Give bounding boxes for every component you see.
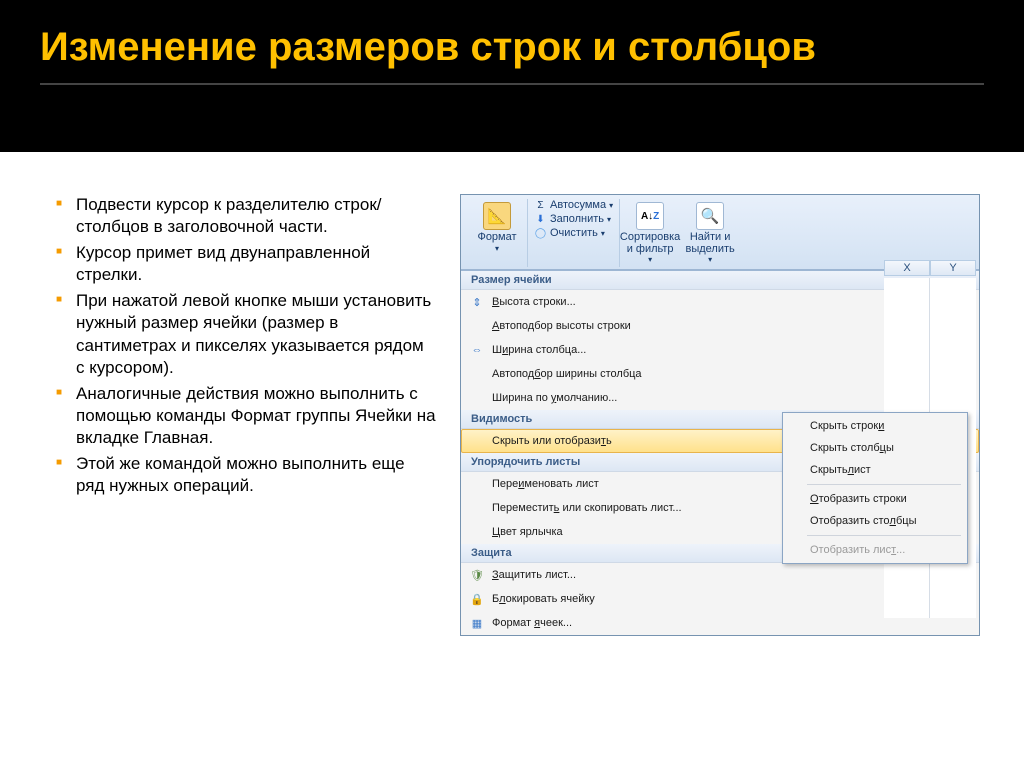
separator	[807, 484, 961, 485]
fill-label: Заполнить	[550, 213, 604, 225]
bullet-item: Этой же командой можно выполнить еще ряд…	[56, 453, 436, 498]
separator	[807, 535, 961, 536]
chevron-down-icon: ▾	[609, 201, 613, 210]
ribbon: 📐 Формат ▾ ΣАвтосумма ▾ ⬇Заполнить ▾ ◯Оч…	[461, 195, 979, 270]
bullet-list-area: Подвести курсор к разделителю строк/стол…	[56, 194, 436, 636]
sort-icon: A↓Z	[636, 202, 664, 230]
chevron-down-icon: ▾	[607, 215, 611, 224]
autosum-button[interactable]: ΣАвтосумма ▾	[534, 199, 613, 211]
format-cells-icon: ▦	[468, 615, 486, 631]
hide-show-submenu: Скрыть строки Скрыть столбцы Скрыть лист…	[782, 412, 968, 564]
chevron-down-icon: ▾	[708, 255, 712, 264]
submenu-hide-cols[interactable]: Скрыть столбцы	[785, 437, 965, 459]
col-header-y[interactable]: Y	[930, 260, 976, 276]
sort-filter-button[interactable]: A↓Z Сортировка и фильтр ▾	[626, 199, 674, 267]
submenu-show-rows[interactable]: Отобразить строки	[785, 488, 965, 510]
submenu-show-cols[interactable]: Отобразить столбцы	[785, 510, 965, 532]
format-icon: 📐	[483, 202, 511, 230]
clear-label: Очистить	[550, 227, 598, 239]
divider	[40, 83, 984, 85]
submenu-show-sheet: Отобразить лист...	[785, 539, 965, 561]
shield-icon: 🛡	[468, 567, 486, 583]
submenu-hide-sheet[interactable]: Скрыть лист	[785, 459, 965, 481]
row-height-icon: ⇕	[468, 294, 486, 310]
find-select-button[interactable]: 🔍 Найти и выделить ▾	[686, 199, 734, 267]
column-headers: X Y	[884, 260, 976, 276]
col-header-x[interactable]: X	[884, 260, 930, 276]
slide-body: Подвести курсор к разделителю строк/стол…	[0, 152, 1024, 768]
slide: Изменение размеров строк и столбцов Подв…	[0, 0, 1024, 768]
sort-label: Сортировка и фильтр	[620, 232, 680, 255]
submenu-hide-rows[interactable]: Скрыть строки	[785, 415, 965, 437]
bullet-item: Аналогичные действия можно выполнить с п…	[56, 383, 436, 450]
format-label: Формат	[477, 232, 516, 244]
sigma-icon: Σ	[534, 199, 547, 211]
bullet-item: Курсор примет вид двунаправленной стрелк…	[56, 242, 436, 287]
bullet-item: При нажатой левой кнопке мыши установить…	[56, 290, 436, 380]
fill-button[interactable]: ⬇Заполнить ▾	[534, 213, 613, 225]
chevron-down-icon: ▾	[495, 244, 499, 253]
excel-screenshot: 📐 Формат ▾ ΣАвтосумма ▾ ⬇Заполнить ▾ ◯Оч…	[460, 194, 980, 636]
find-label: Найти и выделить	[685, 232, 734, 255]
lock-icon: 🔒	[468, 591, 486, 607]
eraser-icon: ◯	[534, 227, 547, 239]
slide-title: Изменение размеров строк и столбцов	[40, 24, 984, 71]
col-width-icon: ⇔	[468, 342, 486, 358]
clear-button[interactable]: ◯Очистить ▾	[534, 227, 613, 239]
fill-down-icon: ⬇	[534, 213, 547, 225]
bullet-item: Подвести курсор к разделителю строк/стол…	[56, 194, 436, 239]
chevron-down-icon: ▾	[601, 229, 605, 238]
format-button[interactable]: 📐 Формат ▾	[473, 199, 521, 256]
chevron-down-icon: ▾	[648, 255, 652, 264]
binoculars-icon: 🔍	[696, 202, 724, 230]
slide-header: Изменение размеров строк и столбцов	[0, 0, 1024, 79]
bullet-list: Подвести курсор к разделителю строк/стол…	[56, 194, 436, 498]
autosum-label: Автосумма	[550, 199, 606, 211]
